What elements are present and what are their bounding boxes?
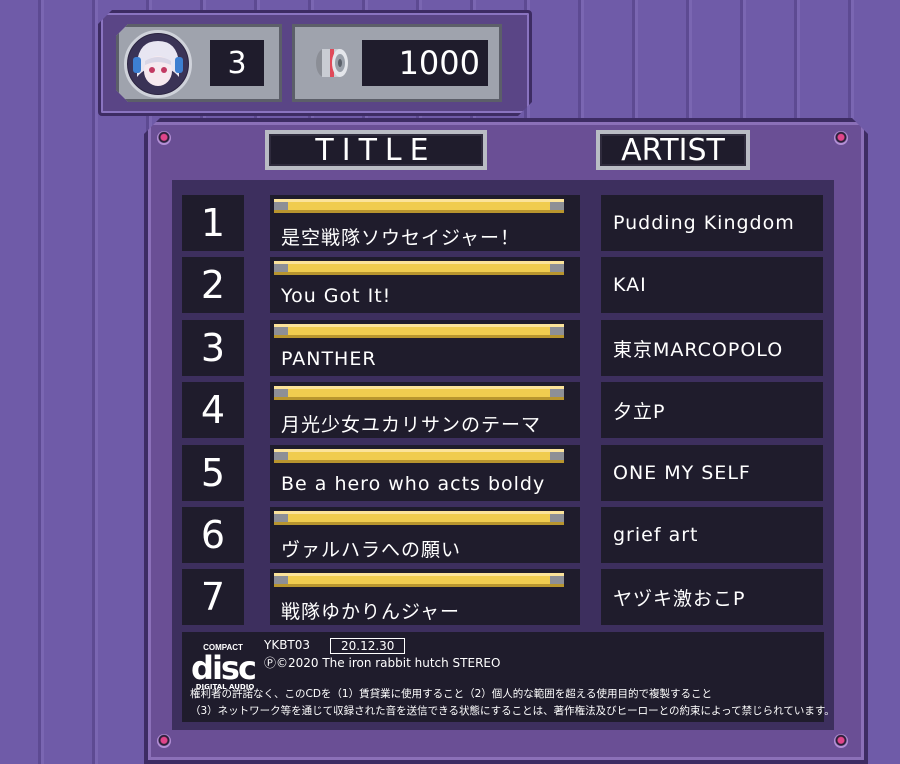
catalog-number: YKBT03 [264, 638, 311, 652]
track-title: Be a hero who acts boldy [281, 473, 546, 495]
progress-bar [274, 449, 564, 463]
track-number: 5 [182, 445, 244, 501]
compact-disc-logo: COMPACT disc [190, 642, 257, 687]
progress-bar [274, 324, 564, 338]
track-title-cell[interactable]: 月光少女ユカリサンのテーマ [270, 382, 580, 438]
artist-header: ARTIST [596, 130, 750, 170]
screw-icon [157, 734, 171, 748]
track-title-cell[interactable]: 戦隊ゆかりんジャー [270, 569, 580, 625]
track-title: 月光少女ユカリサンのテーマ [281, 414, 542, 436]
legal-notice-line-1: 権利者の許諾なく、このCDを（1）賃貸業に使用すること（2）個人的な範囲を超える… [190, 688, 712, 700]
track-artist: KAI [601, 257, 823, 313]
track-title: You Got It! [281, 285, 392, 307]
track-title-cell[interactable]: PANTHER [270, 320, 580, 376]
lives-count: 3 [210, 40, 264, 86]
track-artist: ヤヅキ激おこP [601, 569, 823, 625]
track-artist: 東京MARCOPOLO [601, 320, 823, 376]
progress-bar [274, 386, 564, 400]
track-number: 7 [182, 569, 244, 625]
track-title-cell[interactable]: 是空戦隊ソウセイジャー！ [270, 195, 580, 251]
progress-bar [274, 511, 564, 525]
track-number: 1 [182, 195, 244, 251]
track-title: PANTHER [281, 348, 377, 370]
speaker-coin-icon [306, 40, 358, 86]
copyright-text: Ⓟ©2020 The iron rabbit hutch STEREO [264, 656, 501, 670]
track-title: 是空戦隊ソウセイジャー！ [281, 227, 521, 249]
progress-bar [274, 199, 564, 213]
progress-bar [274, 261, 564, 275]
legal-notice-line-2: （3）ネットワーク等を通じて収録された音を送信できる状態にすることは、著作権法及… [190, 705, 835, 717]
track-number: 4 [182, 382, 244, 438]
progress-bar [274, 573, 564, 587]
title-header: TITLE [265, 130, 487, 170]
track-title: ヴァルハラへの願い [281, 539, 462, 561]
coin-count: 1000 [362, 40, 488, 86]
track-artist: ONE MY SELF [601, 445, 823, 501]
track-number: 3 [182, 320, 244, 376]
track-title: 戦隊ゆかりんジャー [281, 601, 461, 623]
screw-icon [834, 131, 848, 145]
track-title-cell[interactable]: You Got It! [270, 257, 580, 313]
track-artist: Pudding Kingdom [601, 195, 823, 251]
character-portrait-icon [124, 30, 192, 98]
legal-notice: 権利者の許諾なく、このCDを（1）賃貸業に使用すること（2）個人的な範囲を超える… [190, 686, 835, 720]
track-title-cell[interactable]: Be a hero who acts boldy [270, 445, 580, 501]
screw-icon [834, 734, 848, 748]
track-artist: grief art [601, 507, 823, 563]
screw-icon [157, 131, 171, 145]
release-date: 20.12.30 [330, 638, 406, 654]
track-number: 2 [182, 257, 244, 313]
track-title-cell[interactable]: ヴァルハラへの願い [270, 507, 580, 563]
track-number: 6 [182, 507, 244, 563]
track-artist: 夕立P [601, 382, 823, 438]
logo-word: disc [191, 649, 255, 682]
